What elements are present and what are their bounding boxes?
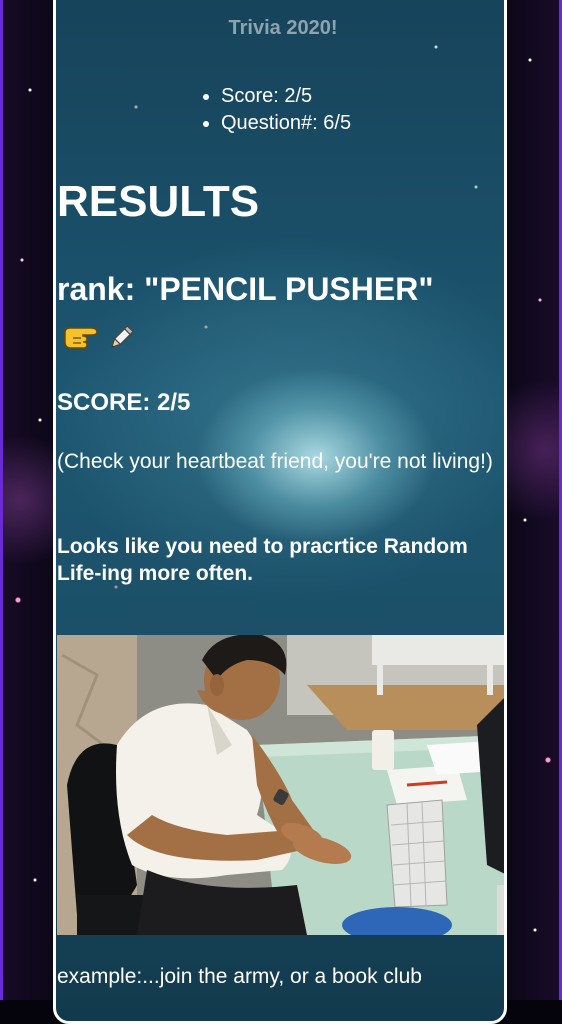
office-photo-illustration (57, 635, 504, 935)
score-stat: Score: 2/5 (221, 83, 351, 110)
trivia-card: Trivia 2020! Score: 2/5 Question#: 6/5 R… (53, 0, 507, 1024)
results-heading: RESULTS (57, 177, 260, 226)
final-score: SCORE: 2/5 (57, 389, 191, 416)
rank-title: rank: "PENCIL PUSHER" (57, 265, 457, 361)
pencil-icon (110, 325, 134, 349)
feedback-text: (Check your heartbeat friend, you're not… (57, 450, 493, 473)
pointing-hand-icon (64, 327, 98, 349)
rank-text: rank: "PENCIL PUSHER" (57, 271, 434, 307)
example-text: example:...join the army, or a book club (57, 965, 422, 988)
left-frame-edge (0, 0, 3, 1000)
app-title: Trivia 2020! (228, 17, 338, 39)
score-list: Score: 2/5 Question#: 6/5 (201, 83, 351, 137)
advice-text: Looks like you need to pracrtice Random … (57, 535, 468, 585)
result-image (57, 635, 504, 935)
question-stat: Question#: 6/5 (221, 110, 351, 137)
